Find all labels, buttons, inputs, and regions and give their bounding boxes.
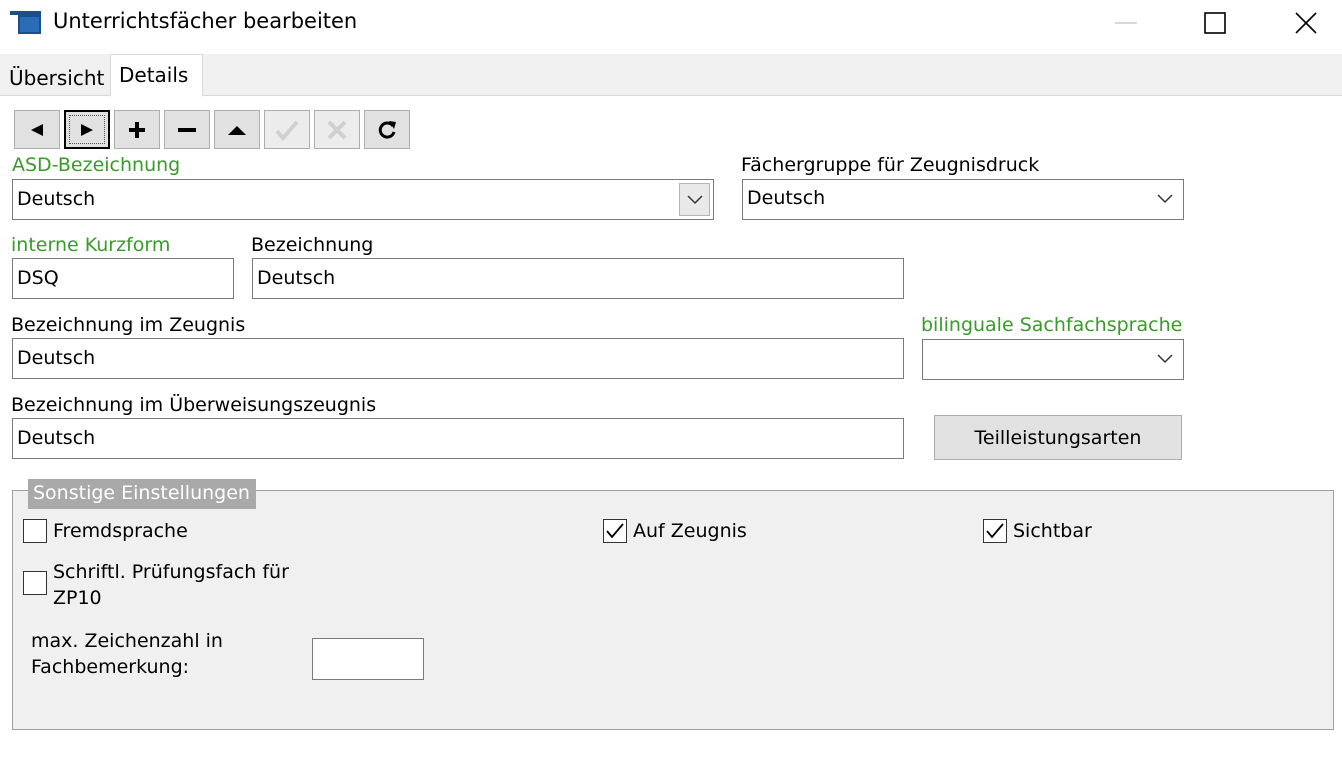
- tab-strip: Übersicht Details: [0, 54, 1342, 97]
- teilleistungsarten-button[interactable]: Teilleistungsarten: [934, 415, 1182, 460]
- asd-dropdown-button[interactable]: [679, 183, 710, 216]
- refresh-button[interactable]: [364, 110, 410, 149]
- max-zeichen-label-line1: max. Zeichenzahl in: [31, 630, 223, 652]
- bezeichnung-label: Bezeichnung: [251, 234, 374, 256]
- maximize-button[interactable]: [1184, 0, 1246, 46]
- faechergruppe-value: Deutsch: [747, 187, 826, 209]
- bilingual-combobox[interactable]: [922, 339, 1184, 380]
- close-button[interactable]: [1275, 0, 1337, 46]
- maximize-icon: [1204, 12, 1226, 34]
- first-record-button[interactable]: [214, 110, 260, 149]
- next-record-button[interactable]: [64, 110, 110, 149]
- cancel-edit-button[interactable]: [314, 110, 360, 149]
- triangle-up-icon: [228, 125, 246, 135]
- faechergruppe-label: Fächergruppe für Zeugnisdruck: [741, 154, 1040, 176]
- fremdsprache-label: Fremdsprache: [53, 520, 188, 542]
- delete-record-button[interactable]: [164, 110, 210, 149]
- close-icon: [1295, 12, 1317, 34]
- tab-details[interactable]: Details: [110, 54, 203, 97]
- asd-combobox[interactable]: Deutsch: [12, 179, 714, 220]
- chevron-down-icon: [1157, 194, 1173, 204]
- pruefungsfach-checkbox[interactable]: [23, 571, 47, 595]
- ueberweisung-input[interactable]: Deutsch: [12, 418, 904, 459]
- bilingual-dropdown-button[interactable]: [1155, 349, 1175, 369]
- zeugnis-label: Bezeichnung im Zeugnis: [11, 314, 246, 336]
- asd-label: ASD-Bezeichnung: [12, 154, 181, 176]
- check-icon: [606, 523, 624, 539]
- window-title: Unterrichtsfächer bearbeiten: [53, 9, 358, 33]
- bezeichnung-input[interactable]: Deutsch: [252, 258, 904, 299]
- tab-uebersicht[interactable]: Übersicht: [1, 58, 112, 96]
- check-icon: [275, 120, 299, 141]
- chevron-down-icon: [1157, 354, 1173, 364]
- fremdsprache-checkbox[interactable]: [23, 519, 47, 543]
- faechergruppe-combobox[interactable]: Deutsch: [742, 179, 1184, 220]
- triangle-left-icon: [31, 123, 43, 136]
- pruefungsfach-label-line2: ZP10: [53, 587, 102, 609]
- auf-zeugnis-checkbox[interactable]: [603, 519, 627, 543]
- refresh-icon: [378, 120, 396, 139]
- plus-icon: [129, 121, 145, 138]
- group-legend: Sonstige Einstellungen: [28, 479, 256, 509]
- asd-value: Deutsch: [17, 188, 96, 210]
- zeugnis-input[interactable]: Deutsch: [12, 338, 904, 379]
- sichtbar-label: Sichtbar: [1013, 520, 1092, 542]
- prev-record-button[interactable]: [14, 110, 60, 149]
- max-zeichen-label-line2: Fachbemerkung:: [31, 656, 190, 678]
- title-bar: Unterrichtsfächer bearbeiten: [0, 0, 1342, 50]
- app-icon: [10, 11, 41, 34]
- check-icon: [986, 523, 1004, 539]
- confirm-edit-button[interactable]: [264, 110, 310, 149]
- bilingual-label: bilinguale Sachfachsprache: [921, 314, 1183, 336]
- chevron-down-icon: [686, 194, 703, 204]
- ueberweisung-label: Bezeichnung im Überweisungszeugnis: [11, 394, 377, 416]
- cross-icon: [327, 120, 347, 139]
- add-record-button[interactable]: [114, 110, 160, 149]
- triangle-right-icon: [81, 123, 93, 136]
- faechergruppe-dropdown-button[interactable]: [1155, 189, 1175, 209]
- sichtbar-checkbox[interactable]: [983, 519, 1007, 543]
- kurzform-label: interne Kurzform: [11, 234, 171, 256]
- minus-icon: [178, 127, 196, 132]
- minimize-icon: [1115, 22, 1137, 24]
- minimize-button[interactable]: [1095, 0, 1157, 46]
- kurzform-input[interactable]: DSQ: [12, 258, 234, 299]
- pruefungsfach-label-line1: Schriftl. Prüfungsfach für: [53, 561, 289, 583]
- auf-zeugnis-label: Auf Zeugnis: [633, 520, 747, 542]
- max-zeichen-input[interactable]: [312, 638, 424, 680]
